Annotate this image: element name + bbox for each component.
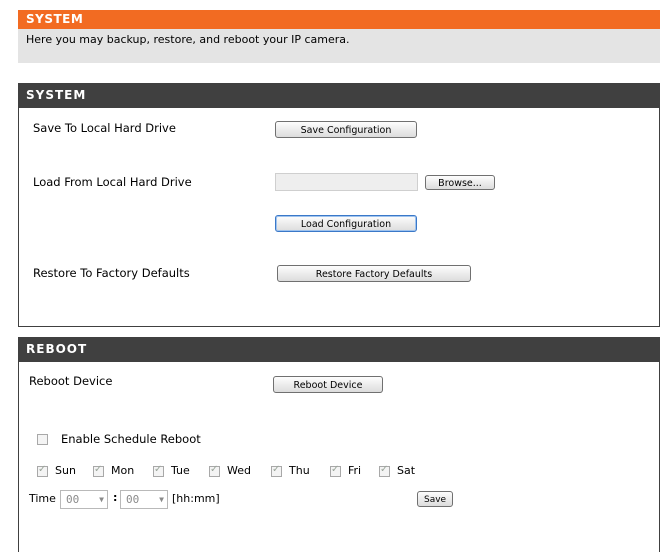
restore-defaults-label: Restore To Factory Defaults [33, 266, 190, 280]
minute-value: 00 [126, 493, 140, 506]
day-label-mon: Mon [111, 464, 135, 477]
load-configuration-button[interactable]: Load Configuration [275, 215, 417, 232]
divider [18, 63, 660, 73]
enable-schedule-label: Enable Schedule Reboot [61, 432, 201, 446]
reboot-section-header: REBOOT [18, 337, 660, 362]
chevron-down-icon: ▼ [99, 495, 104, 504]
minute-select[interactable]: 00 ▼ [120, 490, 168, 509]
day-checkbox-wed[interactable] [209, 464, 220, 477]
browse-button[interactable]: Browse... [425, 175, 495, 190]
reboot-device-button[interactable]: Reboot Device [273, 376, 383, 393]
reboot-section: Reboot Device Reboot Device Enable Sched… [18, 362, 660, 552]
page-title: SYSTEM [18, 10, 660, 29]
system-section-header: SYSTEM [18, 83, 660, 108]
reboot-device-label: Reboot Device [29, 374, 113, 388]
day-label-sun: Sun [55, 464, 76, 477]
day-checkbox-thu[interactable] [271, 464, 282, 477]
file-path-input[interactable] [275, 173, 418, 191]
day-label-tue: Tue [171, 464, 190, 477]
time-label: Time [29, 492, 56, 505]
save-configuration-button[interactable]: Save Configuration [275, 121, 417, 138]
save-to-local-label: Save To Local Hard Drive [33, 121, 176, 135]
day-label-sat: Sat [397, 464, 416, 477]
day-checkbox-sat[interactable] [379, 464, 390, 477]
hour-select[interactable]: 00 ▼ [60, 490, 108, 509]
schedule-save-button[interactable]: Save [417, 491, 453, 507]
enable-schedule-checkbox[interactable] [37, 434, 48, 445]
restore-factory-defaults-button[interactable]: Restore Factory Defaults [277, 265, 471, 282]
day-checkbox-fri[interactable] [330, 464, 341, 477]
chevron-down-icon: ▼ [159, 495, 164, 504]
day-label-fri: Fri [348, 464, 362, 477]
hour-value: 00 [66, 493, 80, 506]
time-separator: : [113, 491, 118, 504]
day-checkbox-mon[interactable] [93, 464, 104, 477]
day-label-wed: Wed [227, 464, 251, 477]
time-format-hint: [hh:mm] [172, 492, 220, 505]
day-label-thu: Thu [289, 464, 310, 477]
day-checkbox-tue[interactable] [153, 464, 164, 477]
load-from-local-label: Load From Local Hard Drive [33, 175, 192, 189]
day-checkbox-sun[interactable] [37, 464, 48, 477]
system-section: Save To Local Hard Drive Save Configurat… [18, 108, 660, 327]
page-description: Here you may backup, restore, and reboot… [18, 29, 660, 63]
